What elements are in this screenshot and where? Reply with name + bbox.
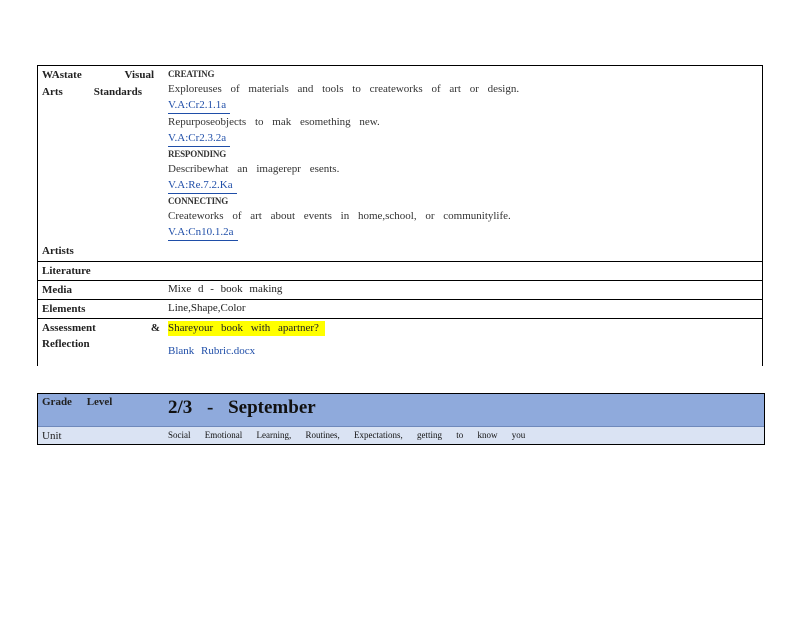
literature-row: Literature: [37, 262, 763, 281]
standard-link-cn10-1-2a[interactable]: V.A:Cn10.1.2a: [168, 224, 238, 241]
standard-link-cr2-1-1a[interactable]: V.A:Cr2.1.1a: [168, 97, 231, 114]
elements-value: Line,Shape,Color: [168, 302, 246, 314]
assessment-label-word: Assessment: [42, 322, 96, 334]
standards-label-arts: Arts: [42, 86, 63, 98]
artists-row: Artists: [37, 244, 763, 262]
standards-label-standards: Standards: [93, 86, 142, 98]
grade-value: 2/3 - September: [168, 397, 316, 418]
standard-link-cr2-3-2a[interactable]: V.A:Cr2.3.2a: [168, 130, 231, 147]
artists-content: [164, 244, 762, 261]
unit-label: Unit: [42, 430, 62, 442]
standards-label-visual: Visual: [124, 69, 154, 81]
elements-label: Elements: [42, 303, 86, 315]
rubric-link[interactable]: Blank Rubric.docx: [168, 345, 255, 357]
standard-link-re-7-2-ka[interactable]: V.A:Re.7.2.Ka: [168, 177, 237, 194]
assessment-row: Assessment & Reflection Shareyour book w…: [37, 319, 763, 366]
grade-row: Grade Level 2/3 - September: [38, 394, 764, 427]
creating-heading: CREATING: [168, 69, 215, 79]
standards-label-wastate: WAstate: [42, 69, 82, 81]
assessment-label: Assessment & Reflection: [38, 319, 164, 366]
artists-label: Artists: [42, 245, 74, 257]
responding-line-1: Describewhat an imagerepr esents.: [168, 163, 340, 175]
grade-label: Grade Level: [42, 396, 113, 408]
assessment-label-amp: &: [150, 322, 160, 334]
media-value: Mixe d - book making: [168, 283, 283, 295]
connecting-heading: CONNECTING: [168, 196, 229, 206]
media-label: Media: [42, 284, 72, 296]
creating-line-2: Repurposeobjects to mak esomething new.: [168, 116, 380, 128]
assessment-highlight: Shareyour book with apartner?: [168, 321, 325, 336]
standards-row: WAstate Visual Arts Standards CREATING E…: [37, 66, 763, 244]
responding-heading: RESPONDING: [168, 149, 227, 159]
unit-value: Social Emotional Learning, Routines, Exp…: [168, 430, 526, 440]
standards-label: WAstate Visual Arts Standards: [38, 66, 164, 244]
assessment-content: Shareyour book with apartner? Blank Rubr…: [164, 319, 762, 366]
unit-row: Unit Social Emotional Learning, Routines…: [38, 427, 764, 444]
media-row: Media Mixe d - book making: [37, 281, 763, 300]
elements-row: Elements Line,Shape,Color: [37, 300, 763, 319]
assessment-label-reflection: Reflection: [42, 338, 90, 350]
connecting-line-1: Createworks of art about events in home,…: [168, 210, 511, 222]
grade-table: Grade Level 2/3 - September Unit Social …: [37, 393, 765, 445]
literature-label: Literature: [42, 265, 91, 277]
creating-line-1: Exploreuses of materials and tools to cr…: [168, 83, 520, 95]
literature-content: [164, 262, 762, 280]
lesson-plan-table: WAstate Visual Arts Standards CREATING E…: [37, 65, 763, 366]
standards-content: CREATING Exploreuses of materials and to…: [164, 66, 762, 244]
